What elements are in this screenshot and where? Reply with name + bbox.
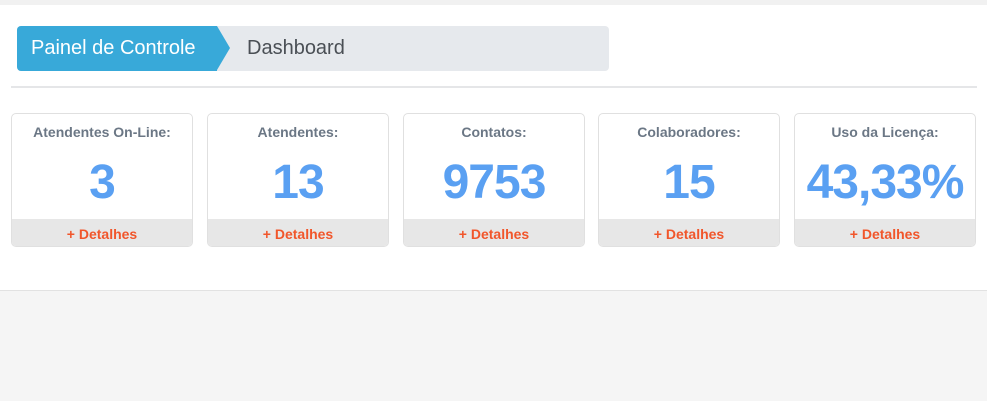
dashboard-page: Painel de Controle Dashboard Atendentes … bbox=[0, 0, 987, 401]
card-label: Contatos: bbox=[461, 124, 527, 140]
card-atendentes: Atendentes: 13 + Detalhes bbox=[207, 113, 389, 247]
breadcrumb-arrow-icon bbox=[217, 26, 230, 70]
header-divider bbox=[11, 86, 977, 88]
breadcrumb-current: Dashboard bbox=[247, 37, 345, 59]
breadcrumb-home[interactable]: Painel de Controle bbox=[17, 26, 217, 71]
card-value: 15 bbox=[663, 156, 715, 209]
details-link[interactable]: + Detalhes bbox=[208, 219, 388, 246]
card-value: 9753 bbox=[442, 156, 547, 209]
card-value: 43,33% bbox=[806, 156, 965, 209]
breadcrumb: Painel de Controle Dashboard bbox=[17, 26, 609, 71]
card-colaboradores: Colaboradores: 15 + Detalhes bbox=[598, 113, 780, 247]
card-atendentes-online: Atendentes On-Line: 3 + Detalhes bbox=[11, 113, 193, 247]
card-label: Uso da Licença: bbox=[831, 124, 939, 140]
card-label: Atendentes On-Line: bbox=[33, 124, 171, 140]
card-uso-licenca: Uso da Licença: 43,33% + Detalhes bbox=[794, 113, 976, 247]
card-contatos: Contatos: 9753 + Detalhes bbox=[403, 113, 585, 247]
details-link[interactable]: + Detalhes bbox=[12, 219, 192, 246]
card-value: 13 bbox=[272, 156, 324, 209]
card-label: Colaboradores: bbox=[637, 124, 741, 140]
card-value: 3 bbox=[89, 156, 116, 209]
details-link[interactable]: + Detalhes bbox=[404, 219, 584, 246]
card-label: Atendentes: bbox=[257, 124, 339, 140]
details-link[interactable]: + Detalhes bbox=[795, 219, 975, 246]
details-link[interactable]: + Detalhes bbox=[599, 219, 779, 246]
main-panel: Painel de Controle Dashboard Atendentes … bbox=[0, 5, 987, 291]
